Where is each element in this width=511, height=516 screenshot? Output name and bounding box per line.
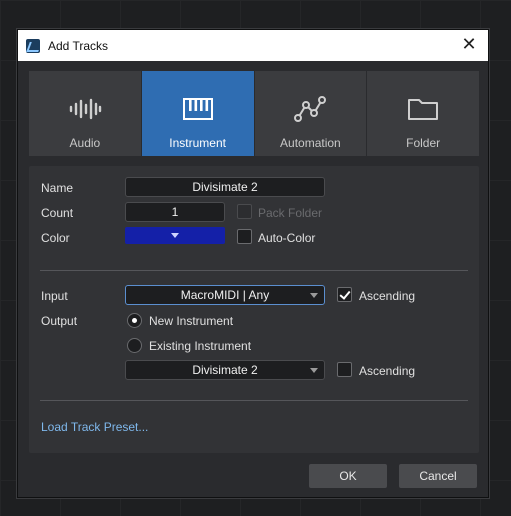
close-button[interactable]: ✕ [460, 36, 478, 54]
input-ascending-label: Ascending [359, 289, 416, 303]
load-track-preset-link[interactable]: Load Track Preset... [41, 420, 148, 434]
tab-automation[interactable]: Automation [254, 71, 367, 156]
count-label: Count [41, 206, 74, 220]
section-divider [40, 270, 468, 271]
new-instrument-label: New Instrument [149, 314, 234, 328]
color-label: Color [41, 231, 70, 245]
output-ascending-label: Ascending [359, 364, 416, 378]
keyboard-icon [180, 93, 216, 125]
chevron-down-icon [171, 233, 179, 238]
color-picker[interactable] [125, 227, 225, 244]
existing-instrument-dropdown[interactable]: Divisimate 2 [125, 360, 325, 380]
track-settings-panel: Name Divisimate 2 Count 1 Pack Folder Co… [29, 166, 479, 453]
ok-button[interactable]: OK [308, 463, 388, 489]
auto-color-label: Auto-Color [258, 231, 316, 245]
input-label: Input [41, 289, 68, 303]
existing-instrument-label: Existing Instrument [149, 339, 252, 353]
folder-icon [405, 93, 441, 125]
tab-folder[interactable]: Folder [367, 71, 479, 156]
new-instrument-radio[interactable] [127, 313, 142, 328]
output-label: Output [41, 314, 78, 328]
chevron-down-icon [310, 293, 318, 298]
pack-folder-label: Pack Folder [258, 206, 323, 220]
cancel-button[interactable]: Cancel [398, 463, 478, 489]
tab-instrument[interactable]: Instrument [141, 71, 254, 156]
chevron-down-icon [310, 368, 318, 373]
pack-folder-checkbox[interactable] [237, 204, 252, 219]
auto-color-checkbox[interactable] [237, 229, 252, 244]
name-field[interactable]: Divisimate 2 [125, 177, 325, 197]
tab-audio[interactable]: Audio [29, 71, 141, 156]
tab-audio-label: Audio [69, 136, 101, 150]
tab-folder-label: Folder [406, 136, 441, 150]
dialog-title: Add Tracks [48, 38, 109, 53]
tab-instrument-label: Instrument [169, 136, 226, 150]
count-field[interactable]: 1 [125, 202, 225, 222]
add-tracks-dialog: Add Tracks ✕ Audio Instrument Automation… [17, 29, 489, 498]
audio-waveform-icon [67, 93, 103, 125]
input-ascending-checkbox[interactable] [337, 287, 352, 302]
tab-automation-label: Automation [280, 136, 341, 150]
automation-curve-icon [292, 93, 328, 125]
name-label: Name [41, 181, 74, 195]
input-dropdown[interactable]: MacroMIDI | Any [125, 285, 325, 305]
output-ascending-checkbox[interactable] [337, 362, 352, 377]
title-bar: Add Tracks ✕ [18, 30, 488, 61]
track-type-tabs: Audio Instrument Automation Folder [29, 71, 479, 156]
existing-instrument-radio[interactable] [127, 338, 142, 353]
section-divider [40, 400, 468, 401]
input-dropdown-value: MacroMIDI | Any [180, 288, 270, 302]
app-logo-icon [26, 38, 40, 53]
existing-instrument-dropdown-value: Divisimate 2 [192, 363, 258, 377]
